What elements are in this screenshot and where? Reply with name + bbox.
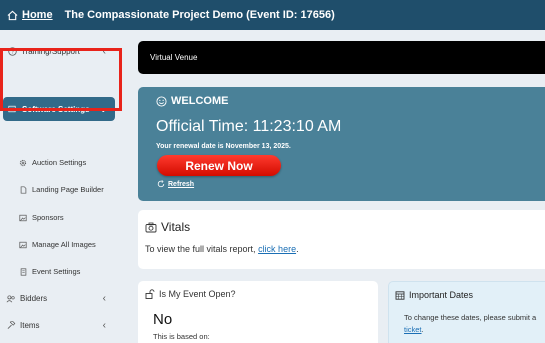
sidebar-subitem-event-settings[interactable]: Event Settings bbox=[18, 267, 80, 276]
question-circle-icon: ? bbox=[6, 47, 18, 56]
virtual-venue-bar[interactable]: Virtual Venue bbox=[138, 41, 545, 74]
event-title: The Compassionate Project Demo (Event ID… bbox=[64, 9, 335, 21]
welcome-panel: WELCOME Official Time: 11:23:10 AM Your … bbox=[138, 87, 545, 201]
sidebar-subitem-landing-page-builder[interactable]: Landing Page Builder bbox=[18, 185, 104, 194]
sidebar-item-label: Items bbox=[20, 321, 40, 330]
important-dates-period: . bbox=[421, 325, 424, 334]
calendar-icon bbox=[395, 291, 405, 300]
gear-icon bbox=[18, 159, 28, 167]
event-open-heading-text: Is My Event Open? bbox=[159, 289, 236, 299]
sidebar-item-label: Bidders bbox=[20, 294, 48, 303]
event-open-status: No bbox=[153, 311, 173, 328]
renew-now-button[interactable]: Renew Now bbox=[157, 155, 281, 176]
important-dates-body: To change these dates, please submit a bbox=[404, 313, 537, 322]
vitals-heading: Vitals bbox=[145, 220, 190, 234]
sidebar-subitem-auction-settings[interactable]: Auction Settings bbox=[18, 158, 86, 167]
image-icon bbox=[18, 214, 28, 222]
refresh-icon bbox=[157, 180, 165, 188]
chevron-down-icon: ⌄ bbox=[99, 103, 107, 114]
refresh-label[interactable]: Refresh bbox=[168, 181, 194, 188]
vitals-body: To view the full vitals report, bbox=[145, 244, 256, 254]
event-open-card: Is My Event Open? No This is based on: bbox=[138, 281, 378, 343]
chevron-left-icon: ‹ bbox=[102, 293, 106, 304]
refresh-link[interactable]: Refresh bbox=[157, 180, 194, 188]
sidebar-subitem-label: Manage All Images bbox=[32, 240, 96, 249]
home-icon bbox=[7, 10, 18, 20]
sidebar-item-bidders[interactable]: Bidders ‹ bbox=[0, 293, 128, 304]
sidebar-subitem-sponsors[interactable]: Sponsors bbox=[18, 213, 64, 222]
important-dates-heading-text: Important Dates bbox=[409, 290, 474, 300]
vitals-card: Vitals To view the full vitals report, c… bbox=[138, 210, 545, 269]
official-time: Official Time: 11:23:10 AM bbox=[156, 118, 342, 135]
vitals-period: . bbox=[296, 244, 299, 254]
virtual-venue-label: Virtual Venue bbox=[150, 53, 198, 62]
svg-text:?: ? bbox=[11, 50, 14, 56]
sidebar: ? Training/Support ‹ Software Settings ⌄… bbox=[0, 30, 128, 343]
home-label[interactable]: Home bbox=[22, 9, 53, 21]
camera-icon bbox=[145, 222, 157, 232]
sidebar-item-label: Software Settings bbox=[22, 104, 90, 114]
sidebar-subitem-label: Landing Page Builder bbox=[32, 185, 104, 194]
welcome-heading: WELCOME bbox=[156, 95, 228, 107]
important-dates-text: To change these dates, please submit a t… bbox=[404, 312, 545, 336]
unlock-icon bbox=[145, 289, 155, 299]
event-open-subtext: This is based on: bbox=[153, 332, 210, 341]
users-icon bbox=[5, 294, 17, 303]
home-link[interactable]: Home bbox=[7, 9, 53, 21]
sidebar-item-label: Training/Support bbox=[21, 47, 80, 56]
sidebar-subitem-label: Auction Settings bbox=[32, 158, 87, 167]
settings-panel-icon bbox=[8, 105, 18, 113]
sidebar-subitem-label: Sponsors bbox=[32, 213, 64, 222]
important-dates-card: Important Dates To change these dates, p… bbox=[388, 281, 545, 343]
chevron-left-icon: ‹ bbox=[102, 46, 106, 57]
top-bar: Home The Compassionate Project Demo (Eve… bbox=[0, 0, 545, 30]
important-dates-heading: Important Dates bbox=[395, 290, 473, 300]
welcome-heading-text: WELCOME bbox=[171, 95, 229, 107]
event-open-heading: Is My Event Open? bbox=[145, 289, 236, 299]
gavel-icon bbox=[5, 321, 17, 330]
sidebar-item-software-settings[interactable]: Software Settings ⌄ bbox=[3, 97, 115, 121]
sidebar-subitem-label: Event Settings bbox=[32, 267, 81, 276]
renewal-date: Your renewal date is November 13, 2025. bbox=[156, 143, 291, 150]
list-icon bbox=[18, 267, 28, 276]
sidebar-item-training-support[interactable]: ? Training/Support ‹ bbox=[0, 46, 128, 57]
chevron-left-icon: ‹ bbox=[102, 320, 106, 331]
vitals-report-link[interactable]: click here bbox=[258, 244, 296, 254]
file-icon bbox=[18, 185, 28, 194]
smile-icon bbox=[156, 95, 167, 107]
ticket-link[interactable]: ticket bbox=[404, 325, 422, 334]
vitals-text: To view the full vitals report, click he… bbox=[145, 244, 299, 254]
sidebar-subitem-manage-all-images[interactable]: Manage All Images bbox=[18, 240, 96, 249]
image-icon bbox=[18, 241, 28, 249]
sidebar-item-items[interactable]: Items ‹ bbox=[0, 320, 128, 331]
vitals-heading-text: Vitals bbox=[161, 220, 191, 234]
